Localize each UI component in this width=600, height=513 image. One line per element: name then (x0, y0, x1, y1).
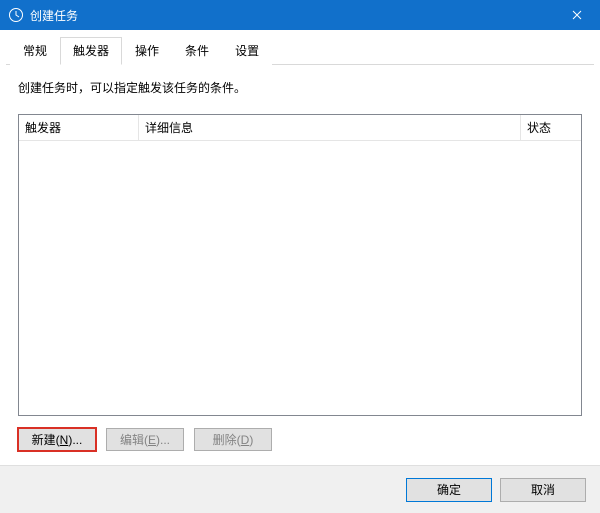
tab-strip: 常规 触发器 操作 条件 设置 (6, 36, 594, 65)
content-area: 常规 触发器 操作 条件 设置 创建任务时，可以指定触发该任务的条件。 触发器 … (0, 30, 600, 463)
tab-general[interactable]: 常规 (10, 37, 60, 65)
window-title: 创建任务 (30, 7, 78, 24)
column-details[interactable]: 详细信息 (139, 115, 521, 140)
table-header: 触发器 详细信息 状态 (19, 115, 581, 141)
triggers-panel: 创建任务时，可以指定触发该任务的条件。 触发器 详细信息 状态 新建(N)...… (6, 65, 594, 463)
column-trigger[interactable]: 触发器 (19, 115, 139, 140)
clock-icon (8, 7, 24, 23)
triggers-table[interactable]: 触发器 详细信息 状态 (18, 114, 582, 416)
new-button[interactable]: 新建(N)... (18, 428, 96, 451)
ok-button[interactable]: 确定 (406, 478, 492, 502)
close-button[interactable] (554, 0, 600, 30)
button-row: 新建(N)... 编辑(E)... 删除(D) (18, 428, 582, 451)
column-status[interactable]: 状态 (521, 115, 581, 140)
panel-description: 创建任务时，可以指定触发该任务的条件。 (18, 79, 582, 96)
tab-conditions[interactable]: 条件 (172, 37, 222, 65)
tab-actions[interactable]: 操作 (122, 37, 172, 65)
tab-settings[interactable]: 设置 (222, 37, 272, 65)
delete-button: 删除(D) (194, 428, 272, 451)
titlebar: 创建任务 (0, 0, 600, 30)
edit-button: 编辑(E)... (106, 428, 184, 451)
cancel-button[interactable]: 取消 (500, 478, 586, 502)
tab-triggers[interactable]: 触发器 (60, 37, 122, 65)
dialog-footer: 确定 取消 (0, 465, 600, 513)
